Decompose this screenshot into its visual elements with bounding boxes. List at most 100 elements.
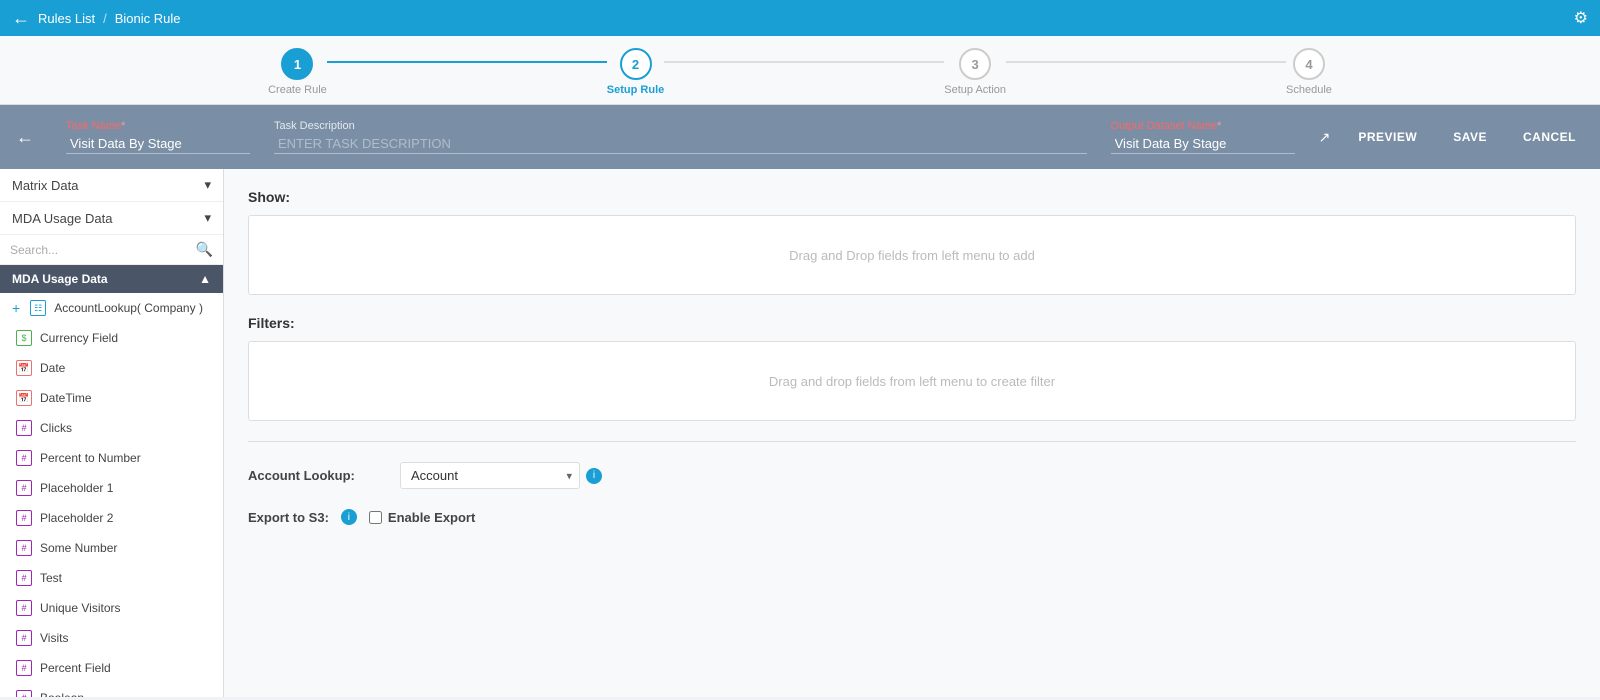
sidebar-item-percent-field[interactable]: # Percent Field	[0, 653, 223, 683]
sidebar-item-datetime[interactable]: 📅 DateTime	[0, 383, 223, 413]
sidebar-group-label: MDA Usage Data	[12, 272, 108, 286]
sidebar-item-account-lookup-label: AccountLookup( Company )	[54, 301, 203, 315]
sidebar-item-datetime-label: DateTime	[40, 391, 92, 405]
export-s3-label: Export to S3:	[248, 510, 329, 525]
save-button[interactable]: SAVE	[1445, 126, 1495, 148]
account-lookup-label: Account Lookup:	[248, 468, 388, 483]
task-description-field: Task Description	[274, 120, 1087, 154]
wizard-step-circle-2: 2	[620, 48, 652, 80]
show-drop-zone-text: Drag and Drop fields from left menu to a…	[789, 248, 1035, 263]
sidebar-item-percent-field-label: Percent Field	[40, 661, 111, 675]
account-lookup-field-wrap: Account i	[400, 462, 602, 489]
sidebar-item-percent-to-number-label: Percent to Number	[40, 451, 141, 465]
wizard: 1 Create Rule 2 Setup Rule 3 Setup Actio…	[0, 36, 1600, 105]
sidebar-item-placeholder2-icon: #	[16, 510, 32, 526]
breadcrumb-bionic-rule: Bionic Rule	[115, 11, 181, 26]
sidebar-dropdown-matrix-data[interactable]: Matrix Data ▾	[0, 169, 223, 202]
sidebar-item-percent-field-icon: #	[16, 660, 32, 676]
wizard-step-circle-1: 1	[281, 48, 313, 80]
wizard-step-circle-4: 4	[1293, 48, 1325, 80]
cancel-button[interactable]: CANCEL	[1515, 126, 1584, 148]
wizard-step-4[interactable]: 4 Schedule	[1286, 48, 1332, 96]
sidebar-dropdown-mda-label: MDA Usage Data	[12, 211, 112, 226]
task-name-input[interactable]	[66, 134, 250, 154]
sidebar-dropdown-matrix-icon: ▾	[204, 177, 211, 193]
sidebar-item-placeholder1-label: Placeholder 1	[40, 481, 113, 495]
back-button[interactable]: ←	[12, 8, 30, 29]
wizard-step-label-2: Setup Rule	[607, 84, 664, 96]
content-area: Show: Drag and Drop fields from left men…	[224, 169, 1600, 697]
sidebar-item-boolean-label: Boolean	[40, 691, 84, 697]
account-lookup-select-wrapper: Account	[400, 462, 580, 489]
sidebar-item-placeholder2[interactable]: # Placeholder 2	[0, 503, 223, 533]
show-drop-zone[interactable]: Drag and Drop fields from left menu to a…	[248, 215, 1576, 295]
sidebar-item-test[interactable]: # Test	[0, 563, 223, 593]
expand-icon[interactable]: ↗	[1319, 129, 1331, 146]
sidebar-item-some-number-label: Some Number	[40, 541, 117, 555]
task-description-input[interactable]	[274, 134, 1087, 154]
task-bar-back-button[interactable]: ←	[16, 127, 34, 148]
settings-icon[interactable]: ⚙	[1574, 8, 1588, 28]
filters-label: Filters:	[248, 315, 1576, 331]
sidebar: Matrix Data ▾ MDA Usage Data ▾ 🔍 MDA Usa…	[0, 169, 224, 697]
sidebar-item-placeholder1[interactable]: # Placeholder 1	[0, 473, 223, 503]
main-layout: Matrix Data ▾ MDA Usage Data ▾ 🔍 MDA Usa…	[0, 169, 1600, 697]
sidebar-search-input[interactable]	[10, 243, 196, 257]
sidebar-item-currency-icon: $	[16, 330, 32, 346]
sidebar-item-clicks-icon: #	[16, 420, 32, 436]
sidebar-item-clicks[interactable]: # Clicks	[0, 413, 223, 443]
task-description-label: Task Description	[274, 120, 1087, 132]
sidebar-item-currency-field[interactable]: $ Currency Field	[0, 323, 223, 353]
sidebar-item-visits-icon: #	[16, 630, 32, 646]
task-name-field: Task Name*	[66, 120, 250, 154]
export-s3-info-icon[interactable]: i	[341, 509, 357, 525]
sidebar-item-date-icon: 📅	[16, 360, 32, 376]
task-name-label: Task Name*	[66, 120, 250, 132]
output-dataset-input[interactable]	[1111, 134, 1295, 154]
enable-export-checkbox[interactable]	[369, 511, 382, 524]
wizard-step-2[interactable]: 2 Setup Rule	[607, 48, 664, 96]
sidebar-item-unique-visitors-label: Unique Visitors	[40, 601, 120, 615]
sidebar-item-visits-label: Visits	[40, 631, 68, 645]
sidebar-group-header: MDA Usage Data ▲	[0, 265, 223, 293]
sidebar-item-test-icon: #	[16, 570, 32, 586]
sidebar-dropdown-mda-usage[interactable]: MDA Usage Data ▾	[0, 202, 223, 235]
task-bar: ← Task Name* Task Description Output Dat…	[0, 105, 1600, 169]
breadcrumb: ← Rules List / Bionic Rule	[12, 8, 180, 29]
sidebar-dropdown-matrix-label: Matrix Data	[12, 178, 78, 193]
divider	[248, 441, 1576, 442]
sidebar-item-boolean-icon: #	[16, 690, 32, 697]
output-dataset-field: Output Dataset Name*	[1111, 120, 1295, 154]
sidebar-item-percent-to-number[interactable]: # Percent to Number	[0, 443, 223, 473]
sidebar-item-clicks-label: Clicks	[40, 421, 72, 435]
breadcrumb-rules-list[interactable]: Rules List	[38, 11, 95, 26]
sidebar-item-some-number[interactable]: # Some Number	[0, 533, 223, 563]
wizard-line-1-2	[327, 61, 607, 63]
filters-drop-zone[interactable]: Drag and drop fields from left menu to c…	[248, 341, 1576, 421]
sidebar-collapse-icon[interactable]: ▲	[199, 272, 211, 286]
wizard-step-circle-3: 3	[959, 48, 991, 80]
preview-button[interactable]: PREVIEW	[1350, 126, 1425, 148]
wizard-line-3-4	[1006, 61, 1286, 63]
breadcrumb-separator: /	[103, 11, 107, 26]
sidebar-item-boolean[interactable]: # Boolean	[0, 683, 223, 697]
wizard-step-label-3: Setup Action	[944, 84, 1006, 96]
sidebar-item-some-number-icon: #	[16, 540, 32, 556]
sidebar-item-placeholder2-label: Placeholder 2	[40, 511, 113, 525]
filters-drop-zone-text: Drag and drop fields from left menu to c…	[769, 374, 1055, 389]
sidebar-item-table-icon: ☷	[30, 300, 46, 316]
sidebar-item-account-lookup[interactable]: + ☷ AccountLookup( Company )	[0, 293, 223, 323]
account-lookup-info-icon[interactable]: i	[586, 468, 602, 484]
sidebar-item-date[interactable]: 📅 Date	[0, 353, 223, 383]
sidebar-item-visits[interactable]: # Visits	[0, 623, 223, 653]
wizard-step-3[interactable]: 3 Setup Action	[944, 48, 1006, 96]
account-lookup-select[interactable]: Account	[400, 462, 580, 489]
sidebar-item-add-icon: +	[12, 300, 20, 316]
wizard-step-1[interactable]: 1 Create Rule	[268, 48, 327, 96]
wizard-line-2-3	[664, 61, 944, 63]
enable-export-checkbox-label[interactable]: Enable Export	[369, 510, 475, 525]
wizard-step-label-1: Create Rule	[268, 84, 327, 96]
search-icon: 🔍	[196, 241, 213, 258]
sidebar-item-unique-visitors[interactable]: # Unique Visitors	[0, 593, 223, 623]
enable-export-label-text: Enable Export	[388, 510, 475, 525]
